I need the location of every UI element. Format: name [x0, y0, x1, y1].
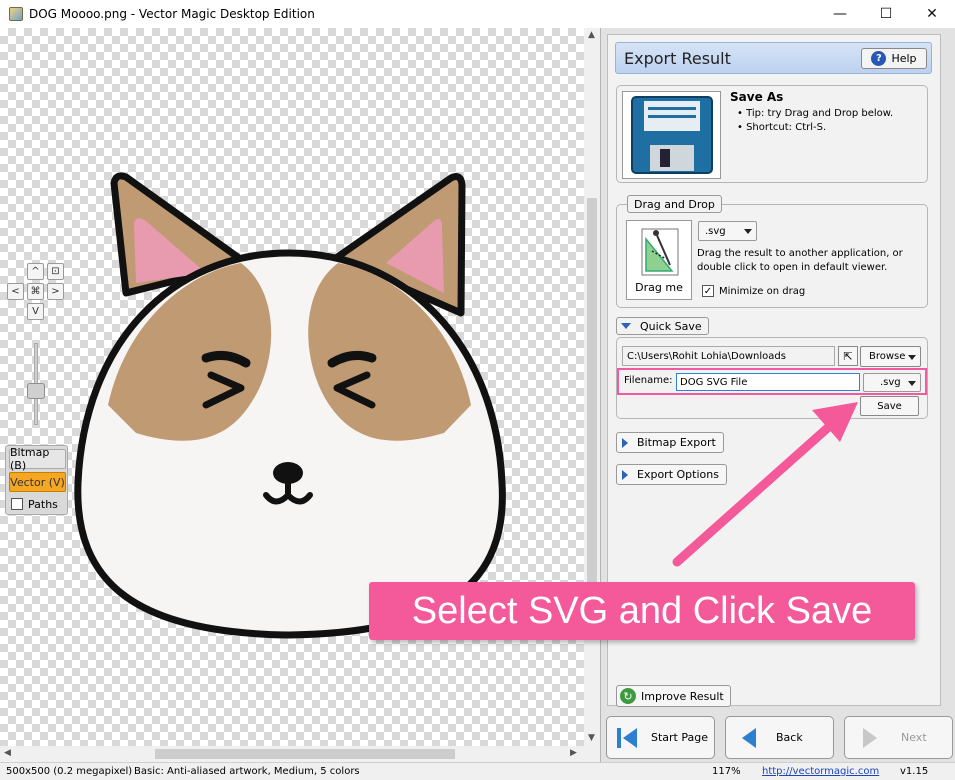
view-mode-panel: Bitmap (B) Vector (V) Paths — [5, 445, 68, 515]
status-bar: 500x500 (0.2 megapixel) Basic: Anti-alia… — [0, 762, 955, 780]
minimize-checkbox[interactable]: ✓ — [702, 285, 714, 297]
export-options-label: Export Options — [637, 468, 719, 481]
save-as-card[interactable]: Save As • Tip: try Drag and Drop below. … — [616, 85, 928, 183]
expand-down-icon — [621, 323, 631, 329]
quick-save-toggle[interactable]: Quick Save — [616, 317, 709, 335]
vector-mode-button[interactable]: Vector (V) — [9, 472, 66, 492]
save-as-title: Save As — [730, 90, 784, 104]
pan-up-button[interactable]: ^ — [27, 263, 44, 280]
drag-format-value: .svg — [705, 225, 726, 237]
minimize-button[interactable]: — — [817, 0, 863, 28]
start-page-button[interactable]: Start Page — [606, 716, 715, 759]
drag-drop-desc-line1: Drag the result to another application, … — [697, 248, 903, 259]
save-button[interactable]: Save — [860, 396, 919, 416]
bitmap-mode-button[interactable]: Bitmap (B) — [9, 446, 66, 472]
horizontal-scrollbar[interactable]: ◀ ▶ — [0, 746, 584, 762]
chevron-down-icon — [908, 355, 916, 360]
next-button[interactable]: Next — [844, 716, 953, 759]
settings-status: Basic: Anti-aliased artwork, Medium, 5 c… — [134, 766, 360, 777]
scroll-left-icon[interactable]: ◀ — [4, 748, 11, 758]
start-page-label: Start Page — [651, 731, 708, 744]
version-status: v1.15 — [900, 766, 929, 777]
horizontal-scroll-thumb[interactable] — [155, 749, 455, 759]
export-options-button[interactable]: Export Options — [616, 464, 727, 485]
annotation-callout: Select SVG and Click Save — [369, 582, 915, 640]
pan-left-button[interactable]: < — [7, 283, 24, 300]
drag-drop-description: Drag the result to another application, … — [697, 247, 922, 275]
paths-checkbox[interactable] — [11, 498, 23, 510]
start-page-icon — [617, 727, 637, 748]
bitmap-export-label: Bitmap Export — [637, 436, 716, 449]
bitmap-export-button[interactable]: Bitmap Export — [616, 432, 724, 453]
help-button[interactable]: ? Help — [861, 48, 927, 69]
app-icon — [9, 7, 23, 21]
pan-right-button[interactable]: > — [47, 283, 64, 300]
paths-label: Paths — [28, 497, 58, 511]
back-label: Back — [776, 731, 803, 744]
website-link[interactable]: http://vectormagic.com — [762, 766, 879, 777]
open-folder-icon[interactable]: ⇱ — [838, 346, 858, 366]
drafting-tools-icon — [641, 228, 679, 276]
back-button[interactable]: Back — [725, 716, 834, 759]
browse-label: Browse — [869, 351, 906, 362]
next-arrow-icon — [863, 727, 877, 748]
chevron-down-icon — [908, 381, 916, 386]
drag-drop-desc-line2: double click to open in default viewer. — [697, 262, 888, 273]
drag-drop-label: Drag and Drop — [627, 195, 722, 213]
expand-right-icon — [622, 469, 628, 480]
help-label: Help — [891, 52, 917, 65]
quick-save-label: Quick Save — [640, 319, 702, 333]
back-arrow-icon — [742, 727, 756, 748]
pan-down-button[interactable]: V — [27, 303, 44, 320]
scroll-down-icon[interactable]: ▼ — [588, 733, 595, 743]
dog-vector-image — [74, 172, 506, 639]
quick-save-format-value: .svg — [880, 377, 901, 388]
quick-save-format-select[interactable]: .svg — [863, 373, 921, 392]
panel-title: Export Result — [624, 49, 731, 68]
improve-result-label: Improve Result — [641, 689, 724, 703]
minimize-label: Minimize on drag — [719, 285, 806, 297]
drag-me-target[interactable]: Drag me — [626, 220, 692, 300]
image-size-status: 500x500 (0.2 megapixel) — [6, 766, 133, 777]
panel-header: Export Result ? Help — [615, 42, 932, 74]
vertical-scroll-thumb[interactable] — [587, 198, 597, 598]
save-as-shortcut: • Shortcut: Ctrl-S. — [737, 122, 827, 133]
quick-save-card: C:\Users\Rohit Lohia\Downloads ⇱ Browse … — [616, 337, 928, 419]
filename-row-highlight: Filename: DOG SVG File .svg — [617, 368, 927, 395]
window-title: DOG Moooo.png - Vector Magic Desktop Edi… — [29, 7, 315, 21]
zoom-status: 117% — [712, 766, 741, 777]
save-path-field[interactable]: C:\Users\Rohit Lohia\Downloads — [622, 346, 835, 366]
save-as-tip: • Tip: try Drag and Drop below. — [737, 108, 894, 119]
expand-right-icon — [622, 437, 628, 448]
export-panel: Export Result ? Help Save As • Tip: try … — [600, 28, 955, 762]
zoom-fit-icon[interactable]: ⊡ — [47, 263, 64, 280]
zoom-slider-thumb[interactable] — [27, 383, 45, 399]
chevron-down-icon — [744, 229, 752, 234]
filename-input[interactable]: DOG SVG File — [676, 373, 860, 391]
drag-format-select[interactable]: .svg — [698, 221, 757, 241]
floppy-disk-icon — [630, 96, 713, 174]
filename-label: Filename: — [624, 375, 673, 386]
drag-me-label: Drag me — [635, 281, 683, 294]
scroll-up-icon[interactable]: ▲ — [588, 30, 595, 40]
scroll-right-icon[interactable]: ▶ — [570, 748, 577, 758]
browse-button[interactable]: Browse — [860, 346, 921, 367]
minimize-on-drag-toggle[interactable]: ✓ Minimize on drag — [700, 285, 805, 297]
pan-center-icon[interactable]: ⌘ — [27, 283, 44, 300]
maximize-button[interactable]: ☐ — [863, 0, 909, 28]
refresh-icon: ↻ — [620, 688, 636, 704]
next-label: Next — [901, 731, 927, 744]
paths-toggle[interactable]: Paths — [9, 494, 66, 514]
improve-result-button[interactable]: ↻ Improve Result — [616, 685, 731, 707]
drag-drop-card: Drag me .svg Drag the result to another … — [616, 204, 928, 308]
title-bar: DOG Moooo.png - Vector Magic Desktop Edi… — [0, 0, 955, 28]
close-button[interactable]: ✕ — [909, 0, 955, 28]
help-icon: ? — [871, 51, 887, 66]
save-as-button[interactable] — [622, 91, 721, 179]
